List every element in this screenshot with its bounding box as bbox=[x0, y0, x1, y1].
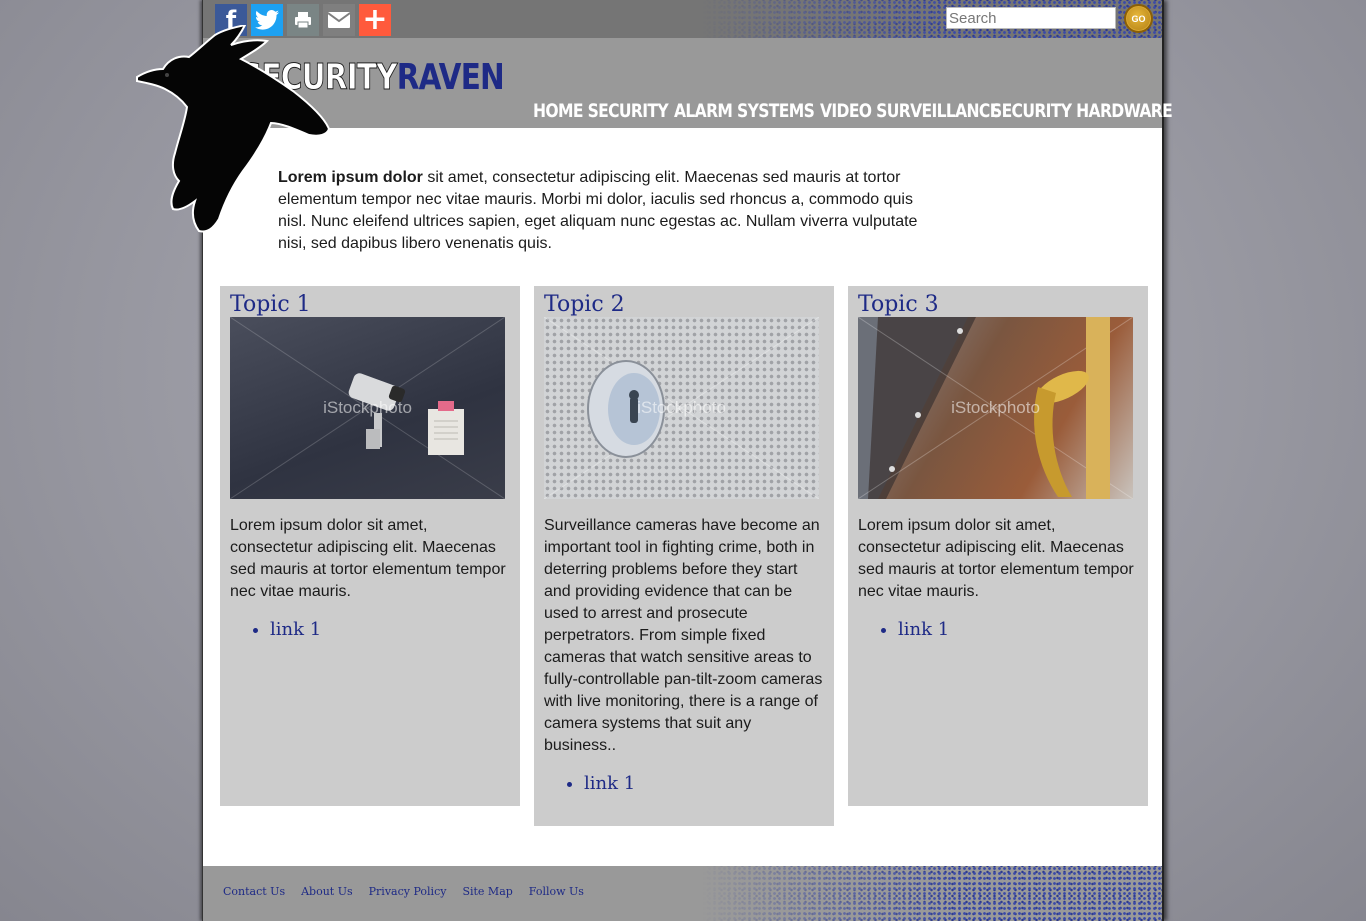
watermark: iStockphoto bbox=[323, 398, 412, 417]
print-icon[interactable] bbox=[287, 4, 319, 36]
topic-card-1: Topic 1 iStockphoto Lorem ipsum dolor si… bbox=[220, 286, 520, 806]
watermark: iStockphoto bbox=[951, 398, 1040, 417]
topic-title: Topic 3 bbox=[858, 292, 939, 317]
logo-word-security: SECURITY bbox=[241, 57, 398, 98]
topic-links: link 1 bbox=[584, 773, 824, 794]
search-input[interactable] bbox=[946, 7, 1116, 29]
twitter-icon[interactable] bbox=[251, 4, 283, 36]
topic-title: Topic 2 bbox=[544, 292, 625, 317]
topic-title: Topic 1 bbox=[230, 292, 311, 317]
topic-link[interactable]: link 1 bbox=[898, 619, 949, 640]
door-handle-image: iStockphoto bbox=[858, 317, 1133, 499]
go-button[interactable]: GO bbox=[1124, 4, 1153, 33]
share-icons: f + bbox=[215, 4, 391, 36]
footer-link-follow[interactable]: Follow Us bbox=[529, 885, 584, 898]
site-logo[interactable]: SECURITYRAVEN bbox=[241, 57, 505, 98]
email-icon[interactable] bbox=[323, 4, 355, 36]
topic-link[interactable]: link 1 bbox=[270, 619, 321, 640]
nav-security-hardware[interactable]: SECURITY HARDWARE bbox=[991, 100, 1173, 122]
facebook-icon[interactable]: f bbox=[215, 4, 247, 36]
footer-link-contact[interactable]: Contact Us bbox=[223, 885, 285, 898]
footer-link-privacy[interactable]: Privacy Policy bbox=[369, 885, 447, 898]
topic-link[interactable]: link 1 bbox=[584, 773, 635, 794]
intro-text: Lorem ipsum dolor sit amet, consectetur … bbox=[278, 167, 928, 255]
topic-card-2: Topic 2 iStockphoto Surveillance cameras… bbox=[534, 286, 834, 826]
pixel-pattern-decoration bbox=[702, 866, 1162, 921]
logo-word-raven: RAVEN bbox=[396, 57, 505, 98]
footer: Contact Us About Us Privacy Policy Site … bbox=[203, 866, 1162, 921]
nav-alarm-systems[interactable]: ALARM SYSTEMS bbox=[674, 100, 815, 122]
security-camera-image: iStockphoto bbox=[230, 317, 505, 499]
footer-links: Contact Us About Us Privacy Policy Site … bbox=[223, 885, 584, 898]
watermark: iStockphoto bbox=[637, 398, 726, 417]
topic-links: link 1 bbox=[898, 619, 1138, 640]
nav-video-surveillance[interactable]: VIDEO SURVEILLANCE bbox=[820, 100, 1000, 122]
main-nav: HOME SECURITY ALARM SYSTEMS VIDEO SURVEI… bbox=[533, 100, 1173, 122]
topic-links: link 1 bbox=[270, 619, 510, 640]
page-container: f + GO SECURITYRAVEN HOME SECURITY ALARM… bbox=[136, 0, 1173, 921]
footer-link-about[interactable]: About Us bbox=[301, 885, 353, 898]
list-item: link 1 bbox=[898, 619, 1138, 640]
topic-card-3: Topic 3 iStockphoto Lorem ipsum dolor si… bbox=[848, 286, 1148, 806]
lock-cylinder-image: iStockphoto bbox=[544, 317, 819, 499]
header: SECURITYRAVEN HOME SECURITY ALARM SYSTEM… bbox=[203, 38, 1173, 128]
intro-bold: Lorem ipsum dolor bbox=[278, 169, 423, 186]
footer-link-sitemap[interactable]: Site Map bbox=[462, 885, 512, 898]
topic-text: Lorem ipsum dolor sit amet, consectetur … bbox=[858, 517, 1134, 600]
nav-home-security[interactable]: HOME SECURITY bbox=[533, 100, 669, 122]
list-item: link 1 bbox=[270, 619, 510, 640]
topic-text: Lorem ipsum dolor sit amet, consectetur … bbox=[230, 517, 506, 600]
plus-icon[interactable]: + bbox=[359, 4, 391, 36]
top-bar: f + GO bbox=[203, 0, 1162, 38]
topic-text: Surveillance cameras have become an impo… bbox=[544, 517, 823, 754]
list-item: link 1 bbox=[584, 773, 824, 794]
